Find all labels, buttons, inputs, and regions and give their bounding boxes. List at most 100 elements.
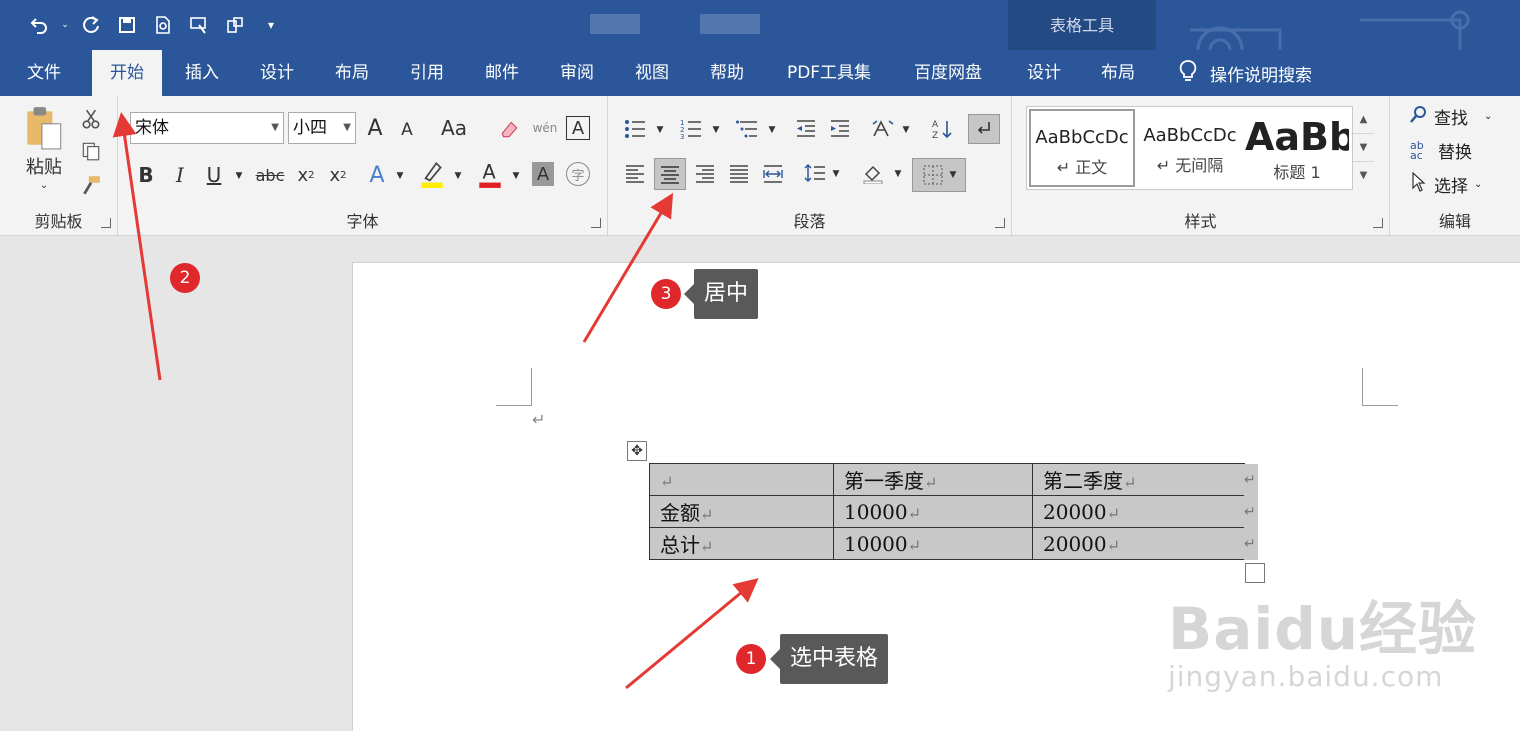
tab-view[interactable]: 视图: [620, 50, 684, 96]
italic-icon[interactable]: I: [168, 160, 192, 190]
document-table[interactable]: ↵ 第一季度↵ 第二季度↵ 金额↵ 10000↵ 20000↵ 总计↵ 1000…: [649, 463, 1245, 560]
show-marks-icon[interactable]: [968, 114, 1000, 144]
tab-table-layout[interactable]: 布局: [1086, 50, 1150, 96]
font-size-combo[interactable]: 小四 ▼: [288, 112, 356, 144]
tab-mailings[interactable]: 邮件: [470, 50, 534, 96]
table-resize-handle[interactable]: [1245, 563, 1265, 583]
shrink-font-icon[interactable]: A: [394, 116, 420, 144]
char-shading-icon[interactable]: A: [532, 162, 554, 186]
align-right-icon[interactable]: [690, 158, 720, 188]
touch-mode-icon[interactable]: [184, 10, 214, 40]
format-painter-icon[interactable]: [78, 172, 104, 198]
chinese-layout-dropdown-icon[interactable]: ▼: [900, 120, 912, 140]
table-cell[interactable]: 第二季度↵: [1032, 463, 1245, 496]
strikethrough-icon[interactable]: abc: [254, 160, 286, 190]
superscript-icon[interactable]: x2: [326, 160, 350, 190]
tell-me-search[interactable]: 操作说明搜索: [1178, 50, 1312, 96]
bullets-icon[interactable]: [620, 116, 650, 142]
grow-font-icon[interactable]: A: [362, 114, 388, 142]
multilevel-list-icon[interactable]: [732, 116, 762, 142]
text-effects-dropdown-icon[interactable]: ▼: [394, 166, 406, 186]
font-name-combo[interactable]: 宋体 ▼: [130, 112, 284, 144]
clipboard-launcher-icon[interactable]: [101, 218, 111, 228]
increase-indent-icon[interactable]: [826, 116, 854, 142]
style-no-spacing[interactable]: AaBbCcDc ↵ 无间隔: [1137, 109, 1243, 187]
clear-format-icon[interactable]: [496, 116, 522, 142]
distributed-icon[interactable]: [758, 158, 788, 188]
line-spacing-dropdown-icon[interactable]: ▼: [830, 164, 842, 184]
underline-icon[interactable]: U: [202, 160, 226, 190]
sort-icon[interactable]: AZ: [928, 116, 956, 142]
multilevel-dropdown-icon[interactable]: ▼: [766, 120, 778, 140]
underline-dropdown-icon[interactable]: ▼: [232, 164, 246, 188]
shading-dropdown-icon[interactable]: ▼: [892, 164, 904, 184]
table-cell[interactable]: ↵: [649, 463, 834, 496]
font-launcher-icon[interactable]: [591, 218, 601, 228]
decrease-indent-icon[interactable]: [792, 116, 820, 142]
tab-design[interactable]: 设计: [245, 50, 309, 96]
table-cell[interactable]: 总计↵: [649, 527, 834, 560]
save-icon[interactable]: [112, 10, 142, 40]
shading-icon[interactable]: [858, 158, 888, 188]
style-normal[interactable]: AaBbCcDc ↵ 正文: [1029, 109, 1135, 187]
bold-icon[interactable]: B: [134, 160, 158, 190]
tab-table-design[interactable]: 设计: [1012, 50, 1076, 96]
table-cell[interactable]: 20000↵: [1032, 527, 1245, 560]
paragraph-launcher-icon[interactable]: [995, 218, 1005, 228]
tab-references[interactable]: 引用: [395, 50, 459, 96]
phonetic-guide-icon[interactable]: wén: [530, 114, 560, 142]
subscript-icon[interactable]: x2: [294, 160, 318, 190]
numbering-dropdown-icon[interactable]: ▼: [710, 120, 722, 140]
qat-more-icon[interactable]: ▾: [256, 10, 286, 40]
undo-dropdown-icon[interactable]: ⌄: [60, 10, 70, 40]
bullets-dropdown-icon[interactable]: ▼: [654, 120, 666, 140]
text-effects-icon[interactable]: A: [364, 160, 390, 190]
styles-scroll-up-icon[interactable]: ▲: [1353, 106, 1374, 134]
table-cell[interactable]: 金额↵: [649, 495, 834, 528]
borders-icon[interactable]: ▼: [912, 158, 966, 192]
cut-icon[interactable]: [78, 106, 104, 132]
undo-icon[interactable]: [24, 10, 54, 40]
select-button[interactable]: 选择 ⌄: [1410, 171, 1482, 197]
tab-file[interactable]: 文件: [10, 50, 78, 96]
font-color-icon[interactable]: A: [476, 158, 504, 190]
font-size-dropdown-icon[interactable]: ▼: [343, 113, 351, 143]
redo-icon[interactable]: [76, 10, 106, 40]
font-name-dropdown-icon[interactable]: ▼: [271, 113, 279, 143]
tab-review[interactable]: 审阅: [545, 50, 609, 96]
enclose-char-icon[interactable]: 字: [566, 162, 590, 186]
tab-pdf-tools[interactable]: PDF工具集: [770, 50, 888, 96]
table-cell[interactable]: 10000↵: [833, 495, 1033, 528]
style-heading-1[interactable]: AaBb 标题 1: [1245, 109, 1349, 187]
chinese-layout-icon[interactable]: [868, 116, 898, 142]
paste-dropdown-icon[interactable]: ⌄: [34, 178, 54, 192]
print-preview-icon[interactable]: [148, 10, 178, 40]
paste-icon[interactable]: [20, 104, 68, 152]
table-move-handle-icon[interactable]: ✥: [627, 441, 647, 461]
styles-launcher-icon[interactable]: [1373, 218, 1383, 228]
tab-home[interactable]: 开始: [92, 50, 162, 96]
highlight-icon[interactable]: [418, 158, 446, 190]
table-cell[interactable]: 第一季度↵: [833, 463, 1033, 496]
paste-label[interactable]: 粘贴: [18, 154, 70, 178]
replace-button[interactable]: ab ac 替换: [1410, 138, 1472, 164]
line-spacing-icon[interactable]: [800, 158, 830, 188]
tab-baidu-netdisk[interactable]: 百度网盘: [898, 50, 998, 96]
tab-insert[interactable]: 插入: [170, 50, 234, 96]
styles-more-icon[interactable]: ▼: [1353, 162, 1374, 190]
find-dropdown-icon[interactable]: ⌄: [1484, 111, 1492, 122]
table-cell[interactable]: 20000↵: [1032, 495, 1245, 528]
customize-icon[interactable]: [220, 10, 250, 40]
align-left-icon[interactable]: [620, 158, 650, 188]
table-cell[interactable]: 10000↵: [833, 527, 1033, 560]
justify-icon[interactable]: [724, 158, 754, 188]
tab-layout[interactable]: 布局: [320, 50, 384, 96]
borders-dropdown-icon[interactable]: ▼: [950, 170, 957, 180]
align-center-icon[interactable]: [654, 158, 686, 190]
copy-icon[interactable]: [78, 138, 104, 164]
select-dropdown-icon[interactable]: ⌄: [1474, 179, 1482, 190]
numbering-icon[interactable]: 123: [676, 116, 706, 142]
tab-help[interactable]: 帮助: [695, 50, 759, 96]
change-case-icon[interactable]: Aa: [432, 114, 476, 142]
highlight-dropdown-icon[interactable]: ▼: [452, 166, 464, 186]
